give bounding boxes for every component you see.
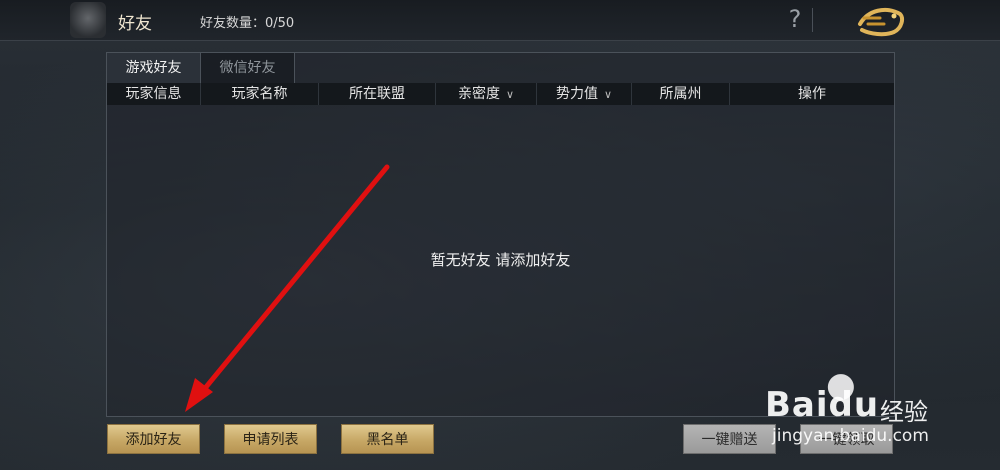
add-friend-button[interactable]: 添加好友 xyxy=(107,424,200,454)
column-intimacy[interactable]: 亲密度 ∨ xyxy=(436,83,537,105)
topbar-divider xyxy=(812,8,813,32)
chevron-down-icon: ∨ xyxy=(603,88,613,101)
watermark-url: jingyan.baidu.com xyxy=(772,426,929,446)
watermark-brand: Baidu xyxy=(765,385,880,425)
column-player-name: 玩家名称 xyxy=(201,83,319,105)
page-title: 好友 xyxy=(118,14,152,34)
top-bar: 好友 好友数量：0/50 ? xyxy=(0,0,1000,41)
gift-all-button[interactable]: 一键赠送 xyxy=(683,424,776,454)
column-power[interactable]: 势力值 ∨ xyxy=(537,83,632,105)
column-actions: 操作 xyxy=(798,86,826,102)
table-header: 玩家信息 玩家名称 所在联盟 亲密度 ∨ 势力值 ∨ 所属州 操作 xyxy=(107,83,894,105)
empty-list-message: 暂无好友 请添加好友 xyxy=(430,251,571,269)
tab-wechat-friends[interactable]: 微信好友 xyxy=(201,53,295,83)
column-player-info: 玩家信息 xyxy=(107,83,201,105)
request-list-button[interactable]: 申请列表 xyxy=(224,424,317,454)
friends-emblem-icon xyxy=(70,2,106,38)
help-button[interactable]: ? xyxy=(783,5,807,33)
chevron-down-icon: ∨ xyxy=(505,88,515,101)
column-state: 所属州 xyxy=(632,83,730,105)
column-alliance: 所在联盟 xyxy=(319,83,436,105)
dragon-close-button[interactable] xyxy=(850,2,910,38)
watermark-jingyan: 经验 xyxy=(880,398,928,426)
tab-bar: 游戏好友 微信好友 xyxy=(107,53,295,83)
tab-game-friends[interactable]: 游戏好友 xyxy=(107,53,201,83)
dragon-close-icon xyxy=(858,7,904,37)
friends-panel: 游戏好友 微信好友 玩家信息 玩家名称 所在联盟 亲密度 ∨ 势力值 ∨ 所属州 操… xyxy=(106,52,895,417)
friend-count-label: 好友数量：0/50 xyxy=(200,16,295,31)
blacklist-button[interactable]: 黑名单 xyxy=(341,424,434,454)
